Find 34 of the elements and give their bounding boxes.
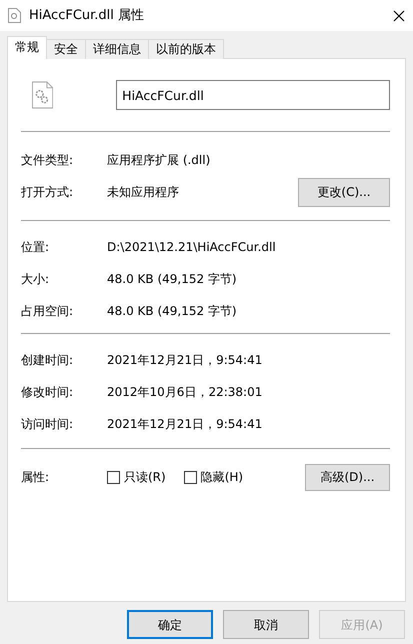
tab[interactable]: 安全 xyxy=(46,39,86,59)
ok-button[interactable]: 确定 xyxy=(127,610,213,639)
checkbox[interactable] xyxy=(107,470,120,484)
tab[interactable]: 常规 xyxy=(7,36,47,59)
tab[interactable]: 详细信息 xyxy=(85,39,149,59)
field-label: 修改时间: xyxy=(21,384,74,401)
close-icon[interactable] xyxy=(393,10,405,22)
field-label: 打开方式: xyxy=(21,184,74,201)
field-value: 48.0 KB (49,152 字节) xyxy=(107,271,238,288)
advanced-button[interactable]: 高级(D)... xyxy=(305,464,390,490)
field-value: 2021年12月21日，9:54:41 xyxy=(107,352,264,369)
field-label: 文件类型: xyxy=(21,152,74,169)
field-label: 大小: xyxy=(21,271,50,288)
checkbox-label: 只读(R) xyxy=(124,469,166,486)
field-label: 属性: xyxy=(21,469,50,486)
field-label: 占用空间: xyxy=(21,303,74,320)
window-title: HiAccFCur.dll 属性 xyxy=(29,6,144,25)
field-label: 创建时间: xyxy=(21,352,74,369)
field-value: 2012年10月6日，22:38:01 xyxy=(107,384,264,401)
tab[interactable]: 以前的版本 xyxy=(148,39,224,59)
field-value: D:\2021\12.21\HiAccFCur.dll xyxy=(107,239,277,256)
file-icon xyxy=(8,8,21,23)
field-value: 应用程序扩展 (.dll) xyxy=(107,152,212,169)
field-label: 位置: xyxy=(21,239,50,256)
change-button[interactable]: 更改(C)... xyxy=(298,178,390,206)
checkbox[interactable] xyxy=(184,470,197,484)
field-label: 访问时间: xyxy=(21,416,74,433)
cancel-button[interactable]: 取消 xyxy=(223,610,309,639)
file-name-field[interactable]: HiAccFCur.dll xyxy=(116,80,390,110)
field-value: 48.0 KB (49,152 字节) xyxy=(107,303,238,320)
checkbox-label: 隐藏(H) xyxy=(200,469,244,486)
field-value: 未知应用程序 xyxy=(107,184,180,201)
file-gears-icon xyxy=(32,81,54,109)
field-value: 2021年12月21日，9:54:41 xyxy=(107,416,264,433)
